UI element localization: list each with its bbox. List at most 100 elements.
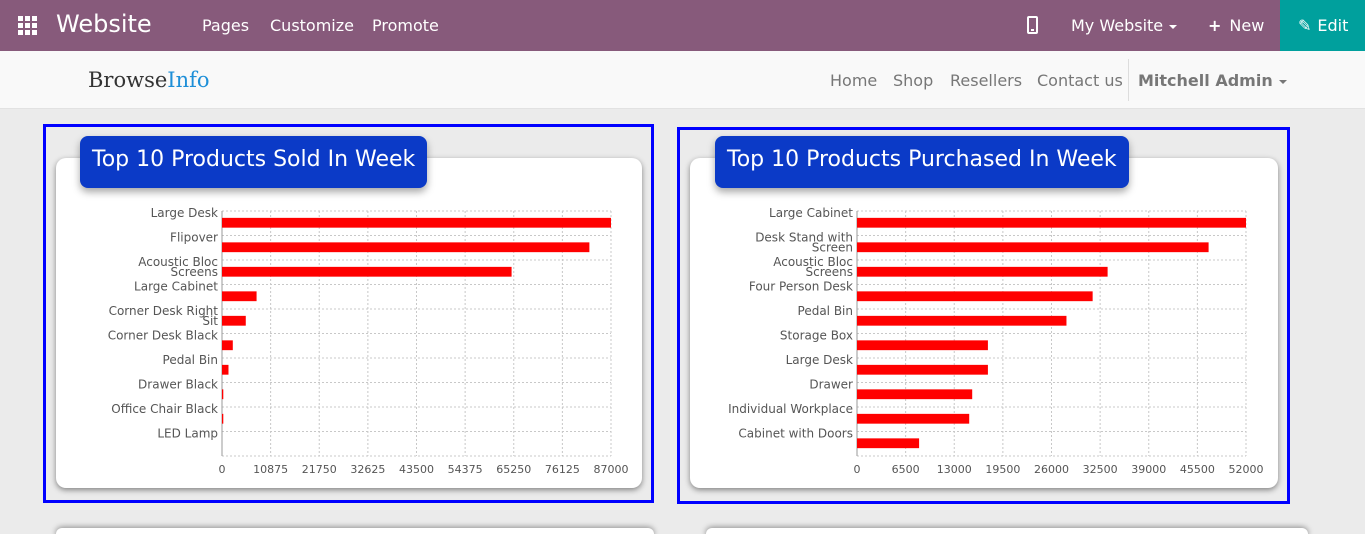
new-button[interactable]: + New	[1208, 16, 1264, 35]
bar	[222, 413, 224, 424]
purchased-chart-card: 0 6500 13000 19500 26000 32500 39000 45500 52000…	[690, 158, 1278, 488]
menu-promote[interactable]: Promote	[372, 16, 439, 35]
x-tick-label: 54375	[448, 463, 483, 476]
bar	[222, 291, 257, 302]
y-category-label: Large Desk	[151, 206, 218, 220]
next-card-right	[706, 528, 1308, 534]
y-category-label-line: Drawer	[809, 378, 853, 392]
menu-pages[interactable]: Pages	[202, 16, 249, 35]
y-category-label-line: Four Person Desk	[749, 280, 853, 294]
user-name: Mitchell Admin	[1138, 71, 1273, 90]
y-category-label: Desk Stand with Screen	[755, 231, 853, 255]
next-card-left	[56, 528, 654, 534]
nav-contact-us[interactable]: Contact us	[1037, 71, 1123, 90]
website-selector-label: My Website	[1071, 16, 1164, 35]
y-category-label-line: LED Lamp	[157, 427, 218, 441]
x-tick-label: 43500	[399, 463, 434, 476]
bar	[857, 291, 1093, 302]
y-category-label-line: Large Cabinet	[769, 206, 853, 220]
y-category-label: Cabinet with Doors	[738, 427, 853, 441]
y-category-label: Individual Workplace	[728, 402, 853, 416]
bar	[222, 364, 229, 375]
x-tick-label: 39000	[1131, 463, 1166, 476]
nav-divider	[1128, 59, 1129, 101]
y-category-label: Corner Desk Black	[108, 329, 218, 343]
x-tick-label: 52000	[1229, 463, 1264, 476]
bar	[857, 266, 1108, 277]
app-title: Website	[56, 10, 152, 38]
y-category-label-line: Sit	[202, 314, 218, 328]
site-navbar: BrowseInfo Home Shop Resellers Contact u…	[0, 51, 1365, 109]
x-tick-label: 19500	[985, 463, 1020, 476]
x-tick-label: 6500	[892, 463, 920, 476]
y-category-label: Acoustic Bloc Screens	[773, 255, 853, 279]
x-tick-label: 32500	[1083, 463, 1118, 476]
x-tick-label: 10875	[253, 463, 288, 476]
x-tick-label: 76125	[545, 463, 580, 476]
x-tick-label: 65250	[496, 463, 531, 476]
y-category-label: Office Chair Black	[111, 402, 218, 416]
y-category-label: Large Cabinet	[769, 206, 853, 220]
y-category-label: LED Lamp	[157, 427, 218, 441]
y-category-label-line: Cabinet with Doors	[738, 427, 853, 441]
y-category-label-line: Individual Workplace	[728, 402, 853, 416]
nav-shop[interactable]: Shop	[893, 71, 933, 90]
x-tick-label: 21750	[302, 463, 337, 476]
chevron-down-icon	[1169, 24, 1178, 29]
bar	[222, 217, 611, 228]
purchased-chart-title: Top 10 Products Purchased In Week	[715, 136, 1129, 188]
edit-button[interactable]: ✎ Edit	[1280, 0, 1365, 51]
y-category-label-line: Drawer Black	[138, 378, 218, 392]
chevron-down-icon	[1278, 79, 1287, 84]
y-category-label-line: Screens	[805, 265, 853, 279]
x-tick-label: 13000	[937, 463, 972, 476]
bar	[857, 413, 970, 424]
bar	[857, 389, 973, 400]
admin-topbar: Website Pages Customize Promote My Websi…	[0, 0, 1365, 51]
edit-button-label: Edit	[1317, 16, 1349, 35]
bar	[222, 242, 590, 253]
bar	[857, 315, 1067, 326]
x-tick-label: 0	[854, 463, 861, 476]
nav-home[interactable]: Home	[830, 71, 877, 90]
y-category-label: Acoustic Bloc Screens	[138, 255, 218, 279]
y-category-label: Drawer Black	[138, 378, 218, 392]
x-tick-label: 32625	[350, 463, 385, 476]
new-button-label: New	[1229, 16, 1265, 35]
bar	[222, 266, 512, 277]
bar	[857, 438, 920, 449]
menu-customize[interactable]: Customize	[270, 16, 354, 35]
website-selector[interactable]: My Website	[1071, 16, 1178, 35]
user-menu[interactable]: Mitchell Admin	[1138, 71, 1287, 90]
bar	[222, 315, 246, 326]
y-category-label: Drawer	[809, 378, 853, 392]
y-category-label: Flipover	[170, 231, 218, 245]
y-category-label-line: Screens	[170, 265, 218, 279]
y-category-label: Pedal Bin	[163, 353, 218, 367]
site-logo[interactable]: BrowseInfo	[88, 68, 210, 92]
nav-resellers[interactable]: Resellers	[950, 71, 1022, 90]
sold-chart-card: 0 10875 21750 32625 43500 54375 65250 76125 8700…	[56, 158, 642, 488]
y-category-label-line: Pedal Bin	[163, 353, 218, 367]
pencil-icon: ✎	[1298, 16, 1312, 35]
x-tick-label: 0	[219, 463, 226, 476]
y-category-label-line: Storage Box	[780, 329, 853, 343]
y-category-label: Pedal Bin	[798, 304, 853, 318]
y-category-label-line: Pedal Bin	[798, 304, 853, 318]
y-category-label-line: Corner Desk Black	[108, 329, 218, 343]
y-category-label-line: Flipover	[170, 231, 218, 245]
bar	[857, 217, 1246, 228]
sold-chart: 0 10875 21750 32625 43500 54375 65250 76125 8700…	[108, 206, 629, 476]
apps-grid-icon[interactable]	[18, 16, 38, 35]
logo-part-info: Info	[167, 68, 210, 92]
mobile-preview-icon[interactable]	[1027, 16, 1038, 34]
y-category-label-line: Large Cabinet	[134, 280, 218, 294]
logo-part-browse: Browse	[88, 68, 168, 92]
bar	[222, 389, 224, 400]
y-category-label-line: Large Desk	[786, 353, 853, 367]
x-tick-label: 87000	[594, 463, 629, 476]
y-category-label: Storage Box	[780, 329, 853, 343]
sold-chart-title: Top 10 Products Sold In Week	[80, 136, 428, 188]
x-tick-label: 26000	[1034, 463, 1069, 476]
plus-icon: +	[1208, 16, 1222, 35]
